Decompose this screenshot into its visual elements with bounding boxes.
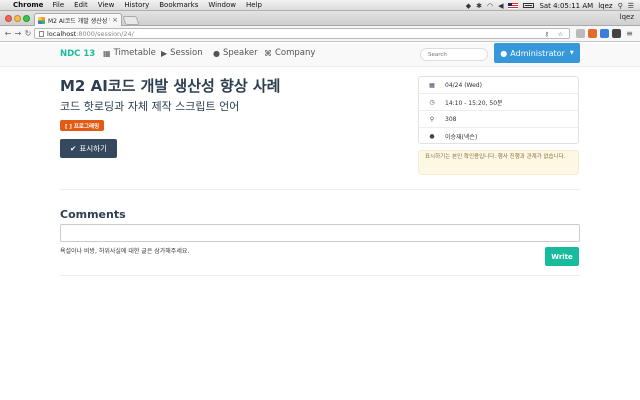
search-input[interactable]	[420, 48, 488, 61]
notification-center-icon[interactable]: ☰	[628, 2, 634, 10]
nav-company[interactable]: ⌘ Company	[264, 48, 315, 58]
info-time: 14:10 - 15:20, 50분	[445, 99, 503, 107]
info-room-row: ⚲ 308	[419, 111, 578, 128]
comment-input[interactable]	[60, 224, 580, 242]
url-host: localhost	[47, 29, 77, 38]
url-path: :8000/session/24/	[76, 29, 134, 38]
nav-speaker-label: Speaker	[222, 48, 258, 58]
nav-timetable-label: Timetable	[113, 48, 156, 58]
tab-title: M2 AI코드 개발 생산성 향상	[48, 17, 110, 25]
divider	[60, 275, 580, 276]
show-button[interactable]: ✔ 표시하기	[60, 139, 117, 158]
extension-orange-icon[interactable]	[588, 29, 597, 38]
session-subtitle: 코드 핫로딩과 자체 제작 스크립트 언어	[60, 100, 240, 113]
favicon-icon	[38, 16, 45, 24]
command-icon: ⌘	[264, 48, 272, 58]
menu-window[interactable]: Window	[208, 1, 236, 9]
info-time-row: ◷ 14:10 - 15:20, 50분	[419, 94, 578, 111]
check-icon: ✔	[70, 144, 77, 153]
bookmark-star-icon[interactable]: ☆	[558, 31, 563, 38]
reload-icon[interactable]: ↻	[23, 29, 33, 38]
administrator-label: Administrator	[510, 48, 565, 58]
map-marker-icon: ⚲	[429, 115, 435, 123]
video-icon: ▶	[161, 48, 168, 58]
forward-arrow-icon[interactable]: →	[13, 29, 23, 38]
comments-heading: Comments	[60, 208, 126, 221]
menu-edit[interactable]: Edit	[74, 1, 88, 9]
site-brand[interactable]: NDC 13	[60, 49, 95, 59]
calendar-icon: ▦	[103, 48, 111, 58]
caret-down-icon: ▼	[569, 50, 574, 56]
divider	[60, 189, 580, 190]
clock-icon: ◷	[429, 98, 435, 106]
chrome-menu-icon[interactable]: ≡	[625, 29, 634, 38]
extension-blue-icon[interactable]	[600, 29, 609, 38]
notice-alert: 표시하기는 본인 확인용입니다. 행사 진행과 관계가 없습니다.	[418, 150, 579, 175]
info-speaker[interactable]: 이승재(넥슨)	[445, 132, 477, 141]
nav-session-label: Session	[170, 48, 203, 58]
key-icon[interactable]: ⚷	[545, 31, 549, 38]
menu-help[interactable]: Help	[246, 1, 262, 9]
wifi-icon[interactable]: ◠	[487, 2, 493, 10]
menu-user[interactable]: lqez	[598, 2, 612, 10]
menu-file[interactable]: File	[52, 1, 64, 9]
page-icon	[39, 30, 44, 37]
status-area: ◆ ✱ ◠ ◀ Sat 4:05:11 AM lqez ⚲ ☰	[466, 0, 634, 11]
session-info-panel: ▦ 04/24 (Wed) ◷ 14:10 - 15:20, 50분 ⚲ 308…	[418, 76, 579, 144]
category-tag[interactable]: [ ] 프로그래밍	[60, 120, 105, 131]
administrator-dropdown-button[interactable]: ● Administrator ▼	[494, 43, 580, 63]
window-maximize-button[interactable]	[23, 15, 30, 22]
info-speaker-row: ● 이승재(넥슨)	[419, 128, 578, 145]
web-page: NDC 13 ▦ Timetable ▶ Session ● Speaker ⌘…	[0, 43, 640, 400]
back-arrow-icon[interactable]: ←	[3, 29, 13, 38]
session-title: M2 AI코드 개발 생산성 향상 사례	[60, 77, 281, 95]
write-button[interactable]: Write	[545, 247, 579, 266]
comment-hint: 욕설이나 비방, 허위사실에 대한 글은 삼가해주세요.	[60, 248, 190, 255]
browser-toolbar: ← → ↻ localhost:8000/session/24/ ⚷ ☆ ≡	[0, 26, 640, 42]
user-icon: ●	[500, 48, 508, 58]
new-tab-button[interactable]	[122, 16, 140, 25]
volume-icon[interactable]: ◀	[498, 2, 503, 10]
user-icon: ●	[429, 133, 435, 140]
screen: Chrome File Edit View History Bookmarks …	[0, 0, 640, 400]
menu-app-chrome[interactable]: Chrome	[13, 1, 43, 9]
window-minimize-button[interactable]	[14, 15, 21, 22]
battery-icon[interactable]	[523, 3, 535, 8]
nav-timetable[interactable]: ▦ Timetable	[103, 48, 156, 58]
window-close-button[interactable]	[5, 15, 12, 22]
site-navbar: NDC 13 ▦ Timetable ▶ Session ● Speaker ⌘…	[0, 43, 640, 67]
nav-company-label: Company	[275, 48, 316, 58]
user-icon: ●	[213, 48, 220, 58]
menu-history[interactable]: History	[124, 1, 149, 9]
input-source-flag-icon[interactable]	[508, 2, 519, 9]
info-date-row: ▦ 04/24 (Wed)	[419, 77, 578, 94]
menu-bookmarks[interactable]: Bookmarks	[159, 1, 198, 9]
extension-glasses-icon[interactable]	[612, 29, 621, 38]
info-room: 308	[445, 115, 457, 123]
macos-menu-bar: Chrome File Edit View History Bookmarks …	[0, 0, 640, 11]
show-button-label: 표시하기	[79, 144, 107, 153]
extension-icon[interactable]	[576, 29, 585, 38]
nav-session[interactable]: ▶ Session	[161, 48, 203, 58]
browser-tab-active[interactable]: M2 AI코드 개발 생산성 향상 ×	[34, 13, 122, 26]
bluetooth-icon[interactable]: ✱	[476, 2, 482, 10]
chrome-profile-label[interactable]: lqez	[620, 13, 634, 21]
menu-view[interactable]: View	[98, 1, 115, 9]
address-bar[interactable]: localhost:8000/session/24/ ⚷ ☆	[34, 28, 570, 39]
spotlight-search-icon[interactable]: ⚲	[618, 2, 623, 10]
tab-close-icon[interactable]: ×	[112, 16, 118, 24]
nav-speaker[interactable]: ● Speaker	[213, 48, 258, 58]
calendar-icon: ▦	[429, 81, 435, 89]
menu-clock[interactable]: Sat 4:05:11 AM	[539, 2, 593, 10]
info-date: 04/24 (Wed)	[445, 81, 482, 89]
tab-strip: M2 AI코드 개발 생산성 향상 × lqez	[0, 11, 640, 26]
dropbox-icon[interactable]: ◆	[466, 2, 471, 10]
